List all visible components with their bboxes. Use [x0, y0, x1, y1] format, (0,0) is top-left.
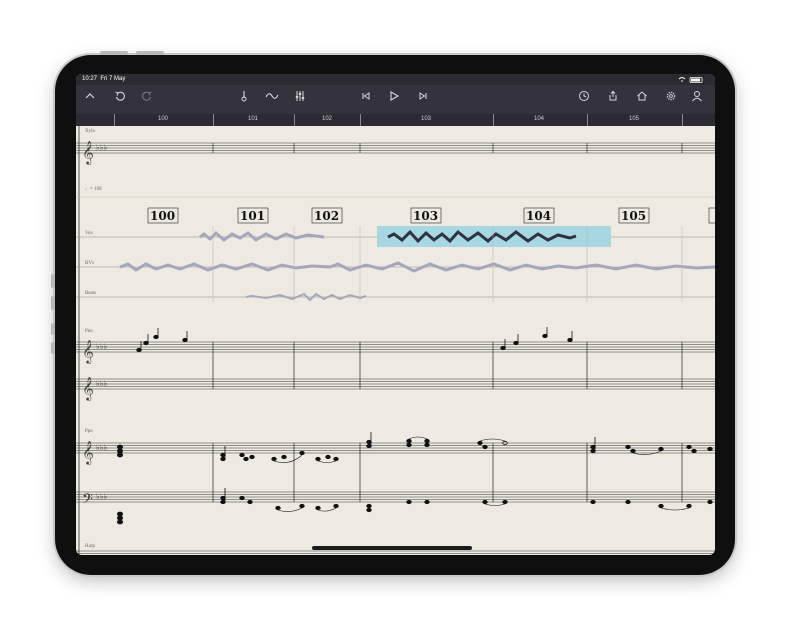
score-view[interactable]: Xylo 𝄞 ♭♭♭ ♩= 108 100 101 102 103 104 10…: [76, 126, 715, 555]
side-button: [51, 323, 55, 335]
undo-icon[interactable]: [110, 89, 130, 109]
mixer-icon[interactable]: [290, 89, 310, 109]
status-bar: 10:27 Fri 7 May: [76, 74, 715, 85]
status-time: 10:27: [82, 76, 98, 82]
skip-back-icon[interactable]: [356, 89, 376, 109]
pno-treble-clef-icon: 𝄞: [82, 339, 94, 364]
home-indicator[interactable]: [312, 546, 472, 550]
toolbar: [76, 85, 715, 114]
clock-icon[interactable]: [574, 89, 594, 109]
play-icon[interactable]: [384, 89, 404, 109]
ppo-key-sig-2-icon: ♭♭♭: [96, 492, 108, 501]
track-label-bvs: BVs: [85, 261, 94, 266]
volume-down-button: [51, 296, 55, 310]
pno-key-sig-2-icon: ♭♭♭: [96, 379, 108, 388]
instrument-label-pno: Pno: [85, 329, 93, 334]
bar-number-102: 102: [314, 209, 339, 223]
ruler-bar-104: 104: [534, 116, 545, 122]
side-button-2: [51, 342, 55, 354]
status-date: Fri 7 May: [100, 76, 126, 82]
tempo-marking: ♩= 108: [85, 187, 102, 192]
ruler-bar-102: 102: [322, 116, 333, 122]
bar-number-103: 103: [413, 209, 438, 223]
ppo-key-sig-icon: ♭♭♭: [96, 443, 108, 452]
ruler-bar-105: 105: [629, 116, 640, 122]
metronome-icon[interactable]: [234, 89, 254, 109]
ppo-treble-clef-icon: 𝄞: [82, 440, 94, 465]
bar-number-101: 101: [240, 209, 265, 223]
track-label-beats: Beats: [85, 291, 96, 296]
power-button-2: [136, 51, 164, 55]
bar-number-100: 100: [150, 209, 175, 223]
curve-icon[interactable]: [262, 89, 282, 109]
skip-forward-icon[interactable]: [413, 89, 433, 109]
app-screen: 10:27 Fri 7 May 100 101 102 103 104 105 …: [76, 74, 715, 555]
status-time-date: 10:27 Fri 7 May: [82, 74, 125, 85]
home-icon[interactable]: [632, 89, 652, 109]
bar-number-105: 105: [621, 209, 646, 223]
treble-clef-icon: 𝄞: [82, 140, 94, 165]
pno-key-sig-icon: ♭♭♭: [96, 342, 108, 351]
collapse-chevron-up-icon[interactable]: [80, 89, 100, 109]
instrument-label-ppo: Ppo: [85, 429, 93, 434]
volume-up-button: [51, 274, 55, 288]
bar-ruler[interactable]: 100 101 102 103 104 105: [76, 114, 715, 126]
instrument-label-xylo: Xylo: [85, 129, 96, 134]
ruler-bar-103: 103: [421, 116, 432, 122]
bar-number-104: 104: [526, 209, 551, 223]
ppo-bass-clef-icon: 𝄢: [82, 491, 93, 511]
wifi-battery-icon: [678, 77, 703, 83]
redo-icon[interactable]: [137, 89, 157, 109]
track-label-vox: Vox: [85, 231, 93, 236]
account-icon[interactable]: [687, 89, 707, 109]
settings-icon[interactable]: [661, 89, 681, 109]
power-button: [100, 51, 128, 55]
vox-waveform[interactable]: [199, 230, 325, 242]
instrument-label-harp: Harp: [85, 544, 95, 549]
key-signature-icon: ♭♭♭: [96, 143, 108, 152]
pno-treble-clef-2-icon: 𝄞: [82, 376, 94, 401]
ruler-bar-100: 100: [158, 116, 169, 122]
share-icon[interactable]: [603, 89, 623, 109]
ruler-bar-101: 101: [248, 116, 259, 122]
